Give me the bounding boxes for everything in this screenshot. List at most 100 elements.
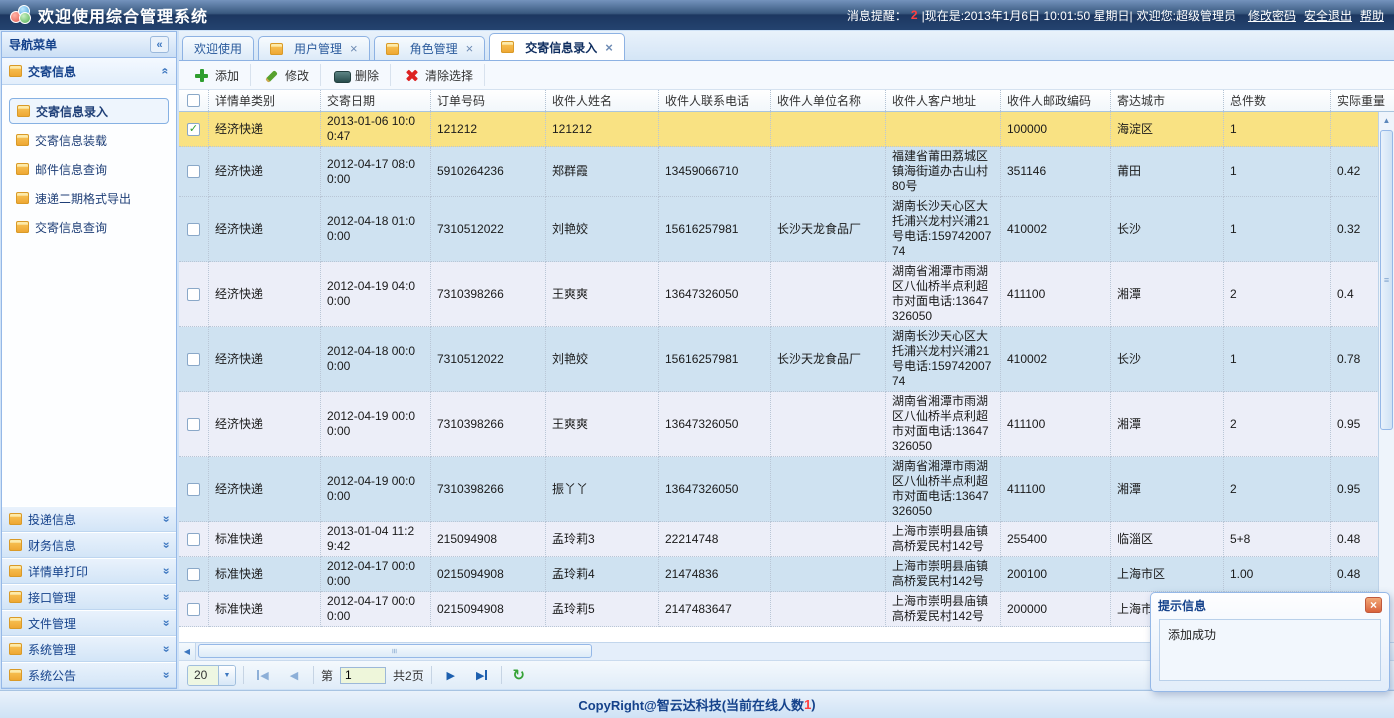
vertical-scrollbar[interactable]: ▲ ≡ ▼: [1378, 112, 1394, 642]
table-cell: 7310398266: [431, 262, 546, 327]
sidebar-item-1[interactable]: 交寄信息装载: [9, 127, 169, 153]
column-header[interactable]: 详情单类别: [209, 90, 321, 111]
row-checkbox[interactable]: [187, 223, 200, 236]
sidebar-group-2[interactable]: 详情单打印«: [2, 558, 176, 584]
tab-0[interactable]: 欢迎使用: [182, 36, 254, 60]
column-header[interactable]: 收件人客户地址: [886, 90, 1001, 111]
column-header[interactable]: 收件人单位名称: [771, 90, 886, 111]
refresh-icon[interactable]: ↻: [509, 666, 529, 684]
sidebar-group-5[interactable]: 系统管理«: [2, 636, 176, 662]
table-row[interactable]: 经济快递2012-04-19 00:00:007310398266振丫丫1364…: [179, 457, 1394, 522]
cell-text: 13647326050: [665, 482, 738, 497]
sidebar-group-3[interactable]: 接口管理«: [2, 584, 176, 610]
app-logo-icon: [10, 5, 34, 25]
row-checkbox[interactable]: [187, 418, 200, 431]
row-checkbox[interactable]: [187, 483, 200, 496]
sidebar-group-0[interactable]: 投递信息«: [2, 506, 176, 532]
edit-button[interactable]: 修改: [253, 64, 321, 86]
sidebar-item-3[interactable]: 速递二期格式导出: [9, 185, 169, 211]
row-checkbox[interactable]: [187, 533, 200, 546]
last-page-button[interactable]: ▶: [470, 665, 494, 685]
sidebar-group-6[interactable]: 系统公告«: [2, 662, 176, 688]
scroll-up-button[interactable]: ▲: [1379, 112, 1394, 128]
table-row[interactable]: 经济快递2012-04-19 00:00:007310398266王爽爽1364…: [179, 392, 1394, 457]
table-cell: [771, 522, 886, 557]
package-icon: [9, 539, 22, 551]
sidebar-collapse-button[interactable]: «: [150, 36, 169, 53]
delete-button[interactable]: 删除: [323, 64, 391, 86]
sidebar-item-label: 交寄信息录入: [36, 103, 108, 120]
cell-text: 刘艳姣: [552, 352, 588, 367]
sidebar-group-1[interactable]: 财务信息«: [2, 532, 176, 558]
next-page-button[interactable]: ▶: [439, 665, 463, 685]
cell-text: 标准快递: [215, 567, 263, 582]
cell-text: 410002: [1007, 222, 1047, 237]
cell-text: 121212: [437, 122, 477, 137]
row-checkbox[interactable]: [187, 288, 200, 301]
page-size-select[interactable]: 20 ▼: [187, 665, 236, 686]
table-row[interactable]: 经济快递2012-04-19 04:00:007310398266王爽爽1364…: [179, 262, 1394, 327]
table-row[interactable]: 标准快递2012-04-17 00:00:000215094908孟玲莉4214…: [179, 557, 1394, 592]
column-header[interactable]: 收件人邮政编码: [1001, 90, 1111, 111]
tab-close-icon[interactable]: ×: [350, 41, 358, 56]
table-cell: 刘艳姣: [546, 327, 659, 392]
table-row[interactable]: 经济快递2012-04-18 01:00:007310512022刘艳姣1561…: [179, 197, 1394, 262]
table-row[interactable]: 经济快递2012-04-18 00:00:007310512022刘艳姣1561…: [179, 327, 1394, 392]
previous-page-button[interactable]: ◀: [282, 665, 306, 685]
table-cell: 7310398266: [431, 392, 546, 457]
tab-3[interactable]: 交寄信息录入 ×: [489, 33, 625, 60]
table-cell: 经济快递: [209, 112, 321, 147]
row-checkbox[interactable]: [187, 568, 200, 581]
sidebar-item-0[interactable]: 交寄信息录入: [9, 98, 169, 124]
cell-text: 15616257981: [665, 352, 738, 367]
table-cell: 200100: [1001, 557, 1111, 592]
table-row[interactable]: ✓经济快递2013-01-06 10:00:471212121212121000…: [179, 112, 1394, 147]
message-count-badge[interactable]: 2: [911, 8, 918, 22]
column-header[interactable]: 订单号码: [431, 90, 546, 111]
tab-close-icon[interactable]: ×: [466, 41, 474, 56]
tab-2[interactable]: 角色管理×: [374, 36, 486, 60]
column-header[interactable]: 交寄日期: [321, 90, 431, 111]
column-header[interactable]: 实际重量: [1331, 90, 1394, 111]
add-button[interactable]: 添加: [183, 64, 251, 86]
page-number-input[interactable]: [340, 667, 386, 684]
cell-text: 351146: [1007, 164, 1046, 179]
select-all-checkbox[interactable]: [187, 94, 200, 107]
row-checkbox[interactable]: [187, 603, 200, 616]
table-cell: 长沙天龙食品厂: [771, 327, 886, 392]
horizontal-scroll-thumb[interactable]: ≡: [198, 644, 592, 658]
clear-button[interactable]: 清除选择: [393, 64, 485, 86]
column-header[interactable]: 收件人姓名: [546, 90, 659, 111]
table-cell: [771, 147, 886, 197]
sidebar-item-4[interactable]: 交寄信息查询: [9, 214, 169, 240]
tab-label: 交寄信息录入: [525, 39, 597, 56]
tab-close-icon[interactable]: ×: [605, 40, 613, 55]
help-link[interactable]: 帮助: [1360, 9, 1384, 23]
column-header[interactable]: 收件人联系电话: [659, 90, 771, 111]
row-checkbox[interactable]: [187, 353, 200, 366]
sidebar-group-4[interactable]: 文件管理«: [2, 610, 176, 636]
sidebar-group-mailing[interactable]: 交寄信息 «: [2, 58, 176, 85]
table-cell: 411100: [1001, 392, 1111, 457]
add-icon: [194, 68, 209, 83]
chevron-down-icon: «: [159, 620, 173, 627]
cell-text: 0.42: [1337, 164, 1360, 179]
row-checkbox[interactable]: [187, 165, 200, 178]
table-cell: 2012-04-19 00:00:00: [321, 392, 431, 457]
row-checkbox[interactable]: ✓: [187, 123, 200, 136]
vertical-scroll-thumb[interactable]: ≡: [1380, 130, 1393, 430]
scroll-left-button[interactable]: ◀: [179, 643, 196, 660]
safe-logout-link[interactable]: 安全退出: [1304, 9, 1352, 23]
column-header[interactable]: 总件数: [1224, 90, 1331, 111]
cell-text: 0.32: [1337, 222, 1360, 237]
dropdown-arrow-icon[interactable]: ▼: [218, 666, 235, 685]
table-row[interactable]: 标准快递2013-01-04 11:29:42215094908孟玲莉32221…: [179, 522, 1394, 557]
popup-close-button[interactable]: ×: [1365, 597, 1382, 613]
first-page-button[interactable]: ◀: [251, 665, 275, 685]
column-header[interactable]: 寄达城市: [1111, 90, 1224, 111]
table-row[interactable]: 经济快递2012-04-17 08:00:005910264236郑群霞1345…: [179, 147, 1394, 197]
change-password-link[interactable]: 修改密码: [1248, 9, 1296, 23]
sidebar-item-2[interactable]: 邮件信息查询: [9, 156, 169, 182]
tab-1[interactable]: 用户管理×: [258, 36, 370, 60]
table-cell: 福建省莆田荔城区镇海街道办古山村80号: [886, 147, 1001, 197]
